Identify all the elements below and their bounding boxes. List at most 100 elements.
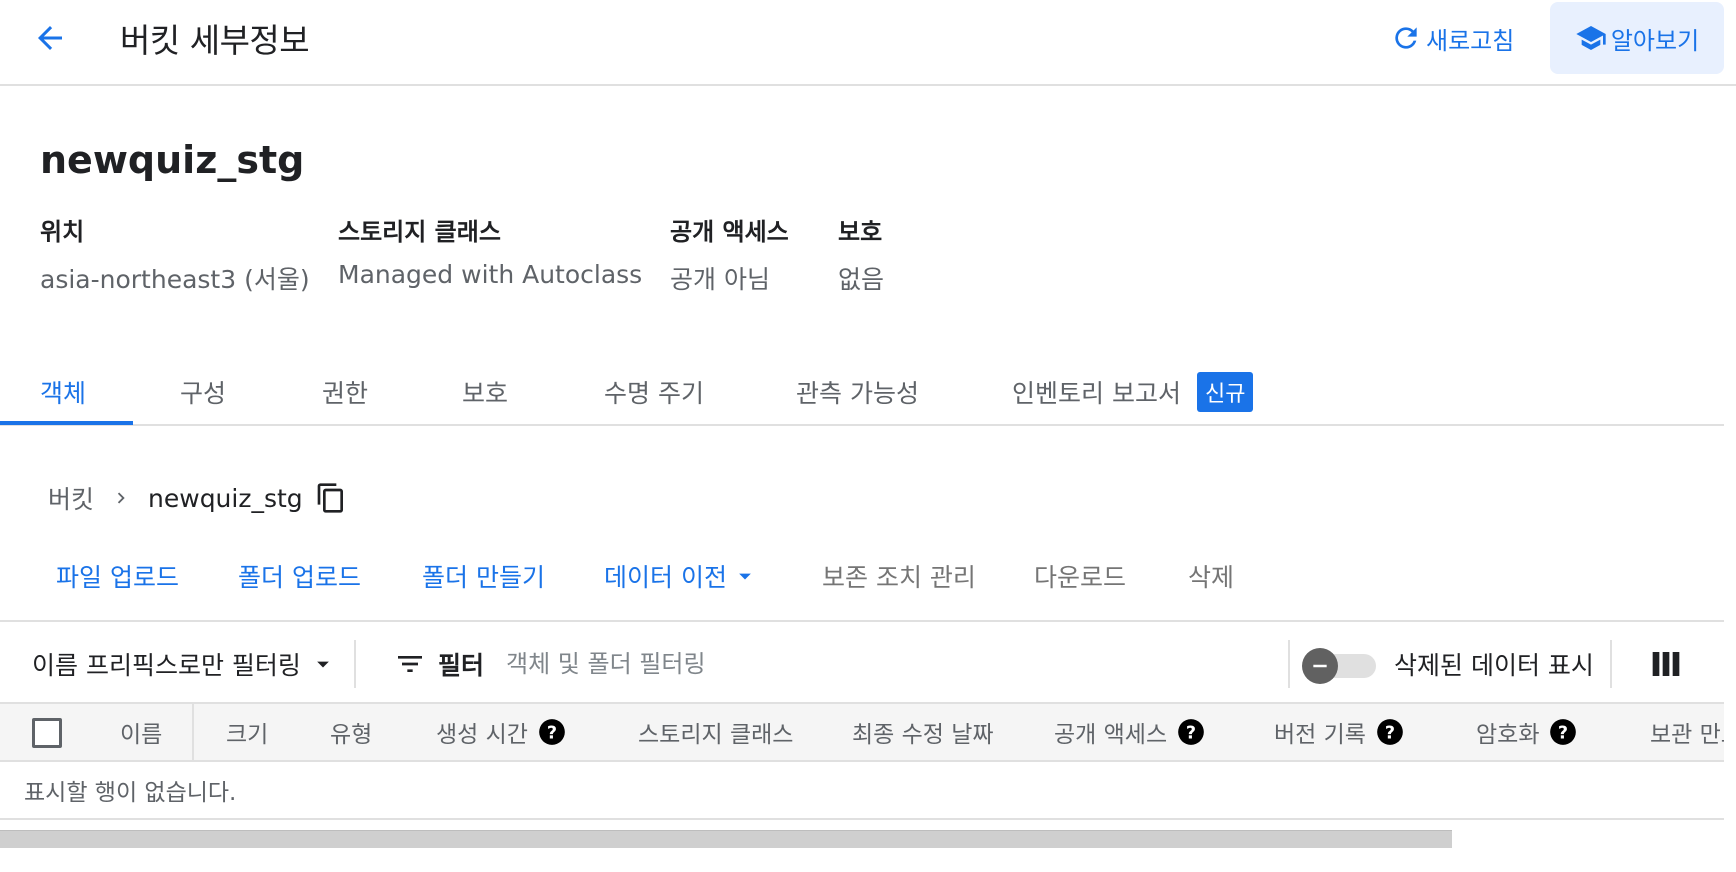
new-badge: 신규	[1196, 372, 1254, 412]
tab-label: 인벤토리 보고서	[1012, 379, 1181, 408]
column-label: 크기	[226, 722, 269, 748]
column-header-name[interactable]: 이름	[120, 704, 162, 760]
info-label: 공개 액세스	[670, 218, 789, 246]
school-icon	[1576, 26, 1606, 50]
view-column-icon	[1652, 652, 1680, 676]
column-label: 생성 시간	[436, 722, 528, 748]
top-header: 버킷 세부정보 새로고침 알아보기	[0, 0, 1736, 86]
refresh-icon	[1395, 27, 1417, 49]
tab-objects[interactable]: 객체	[40, 360, 86, 424]
column-header-type[interactable]: 유형	[330, 704, 372, 760]
svg-text:?: ?	[547, 723, 557, 743]
column-label: 암호화	[1476, 722, 1540, 748]
copy-button[interactable]	[315, 482, 347, 514]
info-storage-class: 스토리지 클래스 Managed with Autoclass	[338, 212, 642, 289]
filter-button[interactable]: 필터	[394, 642, 484, 686]
tab-bar: 객체 구성 권한 보호 수명 주기 관측 가능성 인벤토리 보고서 신규	[0, 360, 1724, 426]
back-button[interactable]	[22, 16, 78, 60]
breadcrumb-current: newquiz_stg	[148, 483, 303, 513]
refresh-label: 새로고침	[1426, 26, 1515, 55]
column-label: 버전 기록	[1274, 722, 1366, 748]
column-label: 최종 수정 날짜	[852, 722, 994, 748]
bucket-details-page: 버킷 세부정보 새로고침 알아보기 newquiz_stg 위치 asia-no…	[0, 0, 1736, 872]
filter-list-icon	[398, 656, 422, 672]
divider	[1288, 640, 1290, 688]
column-header-last-modified[interactable]: 최종 수정 날짜	[852, 704, 994, 760]
svg-text:?: ?	[1186, 723, 1196, 743]
learn-label: 알아보기	[1610, 26, 1700, 55]
arrow-back-icon	[38, 26, 62, 50]
column-header-size[interactable]: 크기	[226, 704, 268, 760]
table-header: 이름 크기 유형 생성 시간 ? 스토리지 클래스 최종 수정 날짜 공개 액세…	[0, 704, 1724, 762]
info-protection: 보호 없음	[838, 212, 884, 296]
divider	[354, 640, 356, 688]
tab-observability[interactable]: 관측 가능성	[796, 360, 919, 424]
column-label: 스토리지 클래스	[638, 722, 794, 748]
filter-label: 필터	[438, 651, 485, 680]
tab-lifecycle[interactable]: 수명 주기	[604, 360, 704, 424]
caret-down-icon	[739, 573, 751, 580]
info-label: 위치	[40, 218, 85, 246]
column-label: 이름	[120, 722, 163, 748]
info-label: 스토리지 클래스	[338, 218, 501, 246]
help-icon[interactable]: ?	[1376, 718, 1404, 746]
svg-text:?: ?	[1558, 723, 1568, 743]
info-value: Managed with Autoclass	[338, 260, 643, 289]
prefix-filter-select[interactable]: 이름 프리픽스로만 필터링	[32, 642, 337, 686]
breadcrumb: 버킷 newquiz_stg	[48, 478, 347, 518]
column-divider[interactable]	[192, 704, 194, 760]
help-icon[interactable]: ?	[1177, 718, 1205, 746]
refresh-button[interactable]: 새로고침	[1380, 16, 1524, 60]
page-title: 버킷 세부정보	[120, 21, 310, 60]
learn-button[interactable]: 알아보기	[1550, 2, 1724, 74]
column-label: 유형	[330, 722, 373, 748]
caret-down-icon	[317, 661, 329, 668]
column-display-button[interactable]	[1644, 642, 1688, 686]
column-header-retention[interactable]: 보관 만료	[1650, 704, 1724, 760]
transfer-data-button[interactable]: 데이터 이전	[604, 554, 759, 598]
show-deleted-toggle[interactable]	[1302, 648, 1378, 684]
help-icon[interactable]: ?	[1549, 718, 1577, 746]
tab-permissions[interactable]: 권한	[322, 360, 368, 424]
chevron-right-icon	[110, 487, 132, 509]
active-tab-indicator	[0, 421, 133, 425]
svg-text:?: ?	[1385, 723, 1395, 743]
info-value: asia-northeast3 (서울)	[40, 265, 310, 294]
action-bar: 파일 업로드 폴더 업로드 폴더 만들기 데이터 이전 보존 조치 관리 다운로…	[0, 540, 1724, 622]
column-header-public-access[interactable]: 공개 액세스 ?	[1054, 704, 1205, 760]
tab-protection[interactable]: 보호	[462, 360, 508, 424]
filter-bar: 이름 프리픽스로만 필터링 필터 삭제된 데이터 표시	[0, 624, 1724, 704]
info-value: 공개 아님	[670, 265, 770, 294]
help-icon[interactable]: ?	[538, 718, 566, 746]
delete-button[interactable]: 삭제	[1188, 554, 1234, 598]
download-button[interactable]: 다운로드	[1034, 554, 1126, 598]
show-deleted-label: 삭제된 데이터 표시	[1394, 651, 1594, 680]
info-value: 없음	[838, 265, 885, 294]
column-header-version-history[interactable]: 버전 기록 ?	[1274, 704, 1404, 760]
info-public-access: 공개 액세스 공개 아님	[670, 212, 789, 296]
transfer-data-label: 데이터 이전	[604, 563, 727, 592]
upload-file-button[interactable]: 파일 업로드	[56, 554, 179, 598]
info-label: 보호	[838, 218, 883, 246]
copy-icon	[317, 483, 343, 513]
prefix-filter-label: 이름 프리픽스로만 필터링	[32, 651, 301, 680]
info-location: 위치 asia-northeast3 (서울)	[40, 212, 310, 296]
tab-configuration[interactable]: 구성	[180, 360, 226, 424]
divider	[1610, 640, 1612, 688]
empty-table-message: 표시할 행이 없습니다.	[0, 762, 1724, 820]
column-header-storage-class[interactable]: 스토리지 클래스	[638, 704, 793, 760]
bucket-name: newquiz_stg	[40, 138, 305, 182]
column-header-created[interactable]: 생성 시간 ?	[436, 704, 566, 760]
create-folder-button[interactable]: 폴더 만들기	[422, 554, 545, 598]
tab-inventory-reports[interactable]: 인벤토리 보고서 신규	[1012, 360, 1254, 424]
select-all-checkbox[interactable]	[32, 718, 62, 748]
filter-input[interactable]	[506, 642, 1256, 686]
upload-folder-button[interactable]: 폴더 업로드	[238, 554, 361, 598]
manage-holds-button[interactable]: 보존 조치 관리	[822, 554, 976, 598]
horizontal-scrollbar[interactable]	[0, 830, 1452, 848]
minus-icon	[1313, 664, 1327, 668]
column-header-encryption[interactable]: 암호화 ?	[1476, 704, 1577, 760]
column-label: 보관 만료	[1650, 722, 1724, 748]
breadcrumb-root[interactable]: 버킷	[48, 480, 94, 516]
column-label: 공개 액세스	[1054, 722, 1168, 748]
